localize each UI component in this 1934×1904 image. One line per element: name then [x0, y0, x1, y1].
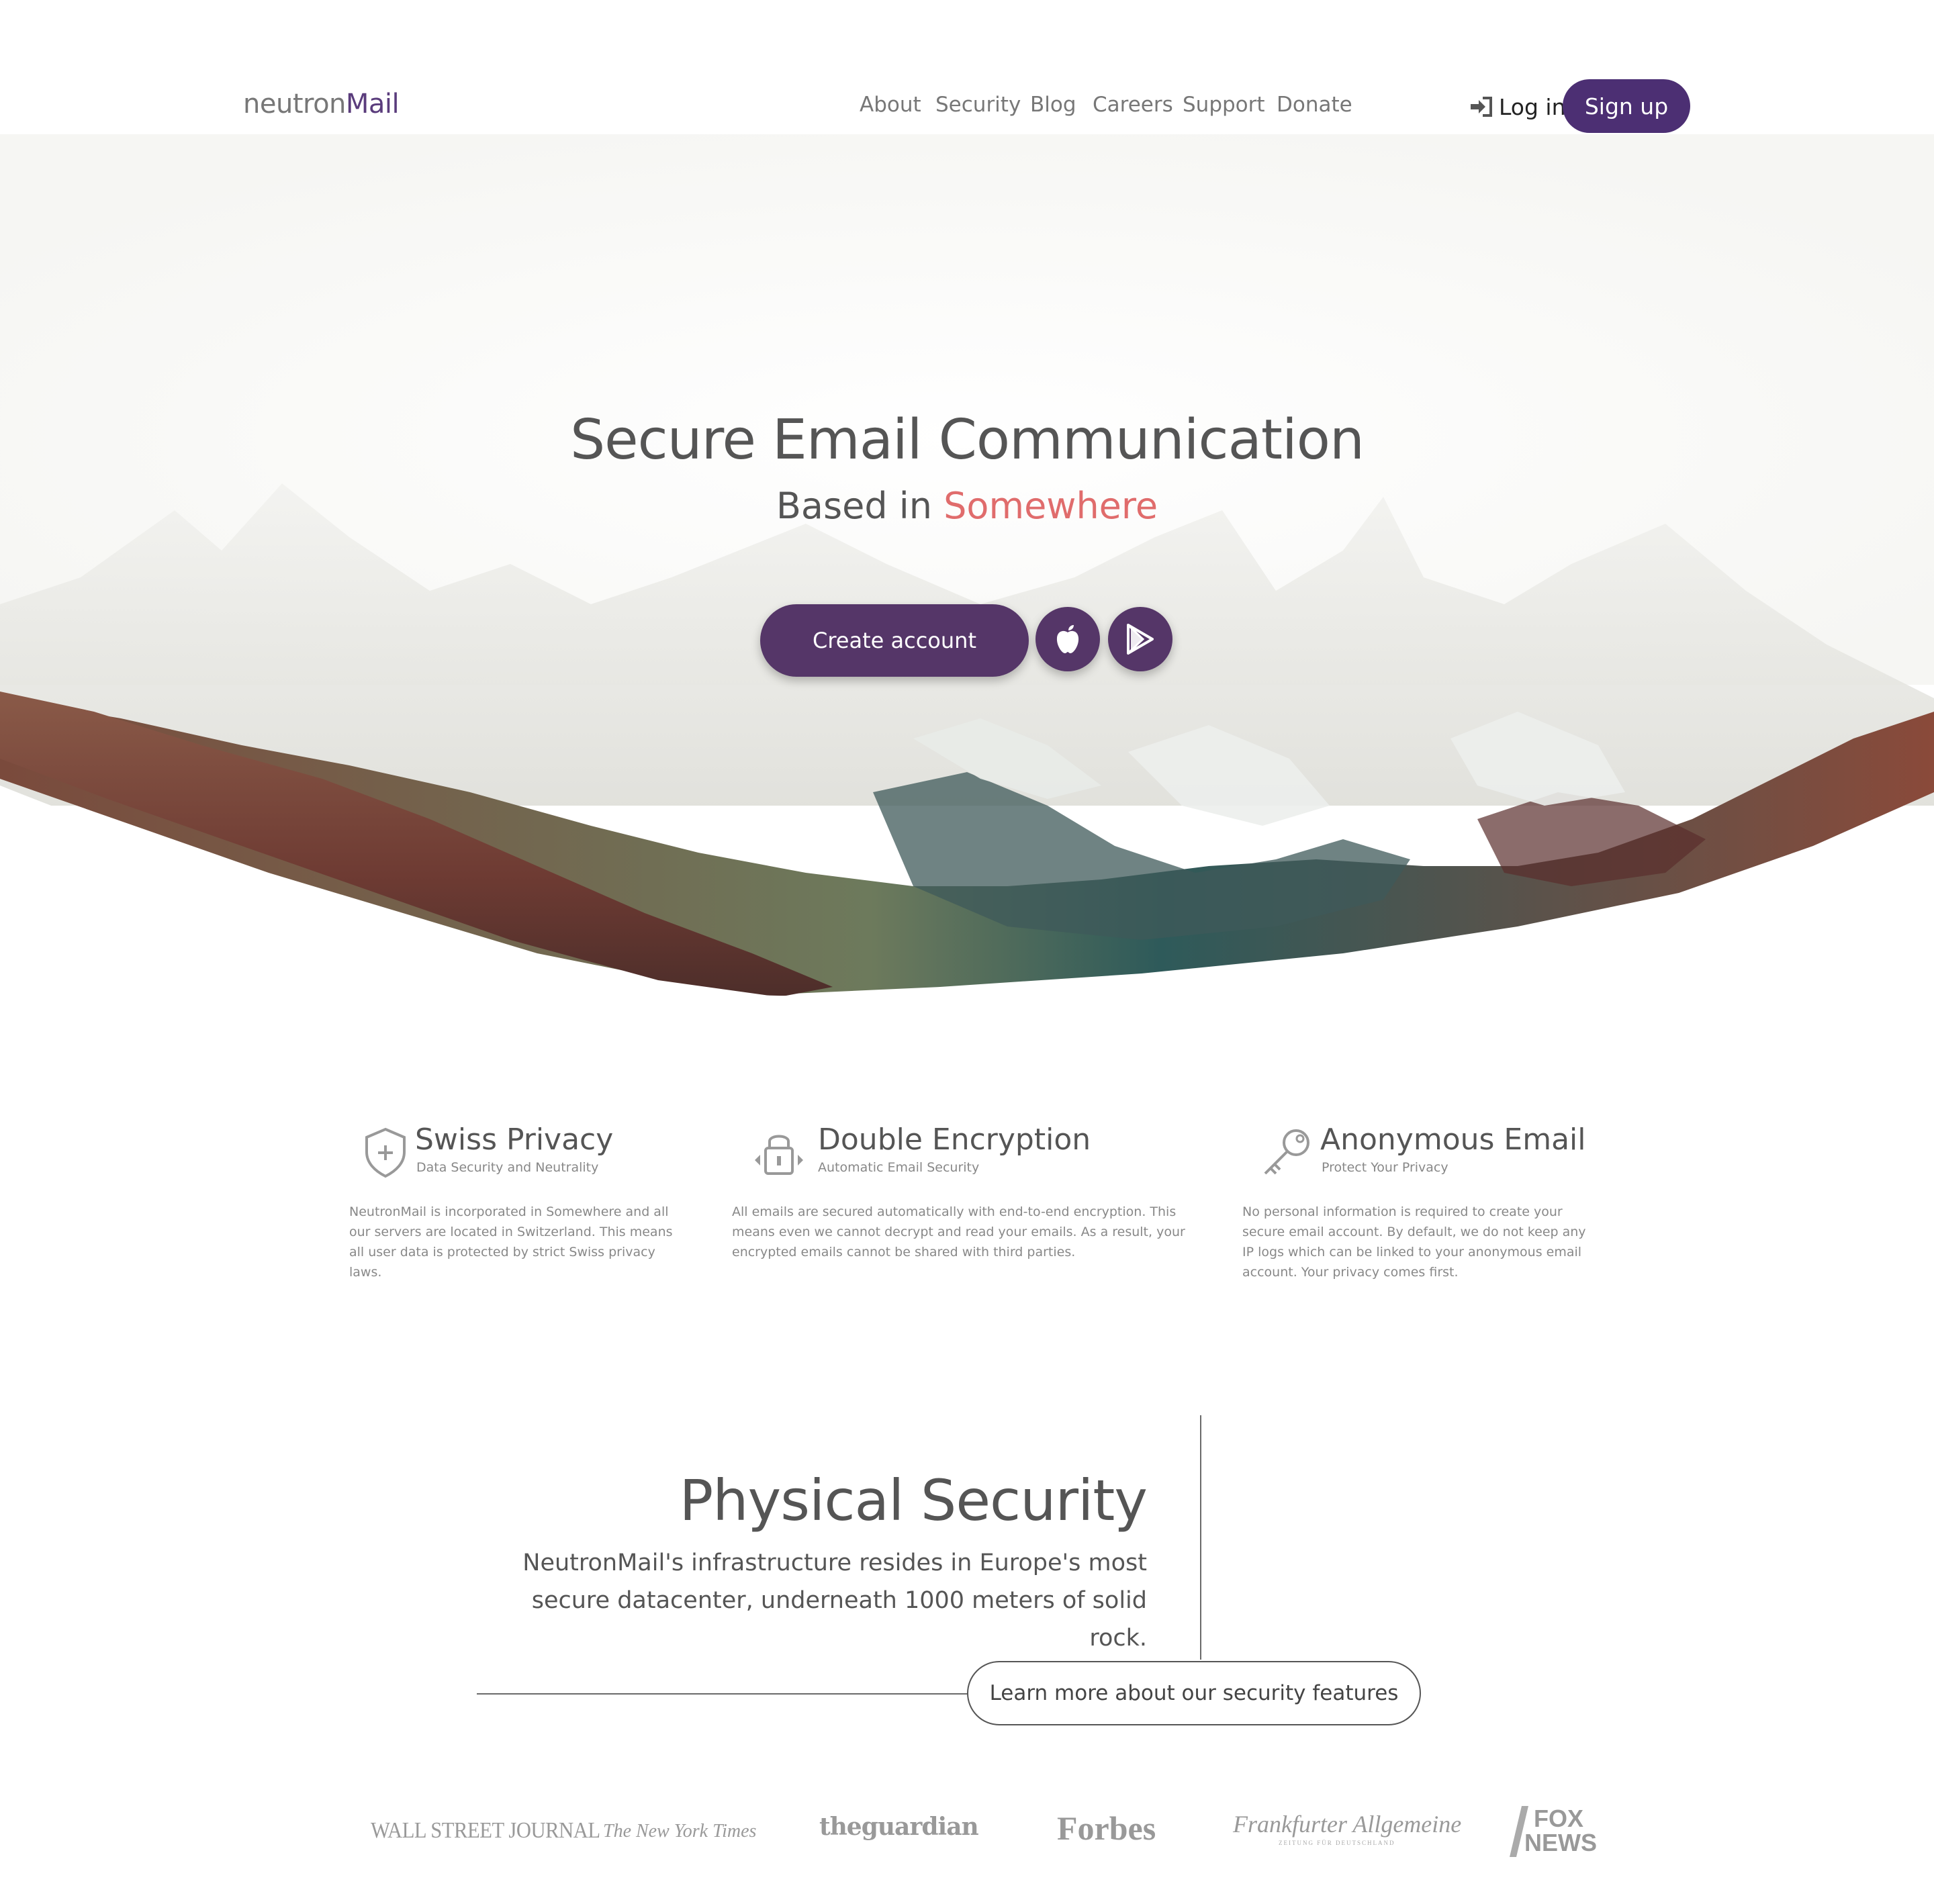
feature-title: Double Encryption: [818, 1123, 1091, 1157]
login-link[interactable]: Log in: [1469, 90, 1566, 124]
feature-text: All emails are secured automatically wit…: [732, 1204, 1185, 1259]
nav-donate[interactable]: Donate: [1277, 93, 1352, 117]
fox-news-logo: FOX NEWS: [1510, 1805, 1597, 1858]
section-divider-horizontal: [477, 1693, 968, 1695]
forbes-logo: Forbes: [1057, 1809, 1156, 1847]
frankfurter-allgemeine-logo: Frankfurter Allgemeine: [1233, 1811, 1462, 1838]
nav-about[interactable]: About: [860, 93, 921, 117]
hero-subtitle-prefix: Based in: [776, 485, 944, 527]
guardian-logo: theguardian: [819, 1813, 979, 1841]
apple-icon: [1056, 625, 1079, 653]
feature-subtitle: Automatic Email Security: [818, 1160, 980, 1175]
physical-security-text: NeutronMail's infrastructure resides in …: [522, 1550, 1147, 1652]
app-store-button[interactable]: [1035, 607, 1100, 671]
physical-security-title: Physical Security: [679, 1468, 1148, 1533]
login-label: Log in: [1499, 93, 1566, 120]
signup-button[interactable]: Sign up: [1563, 79, 1690, 133]
nav-blog[interactable]: Blog: [1030, 93, 1076, 117]
hero-subtitle-highlight: Somewhere: [943, 485, 1158, 527]
feature-title: Anonymous Email: [1320, 1123, 1586, 1157]
nav-careers[interactable]: Careers: [1093, 93, 1173, 117]
frankfurter-allgemeine-subtitle: ZEITUNG FÜR DEUTSCHLAND: [1279, 1840, 1395, 1846]
fox-news-line2: NEWS: [1524, 1829, 1597, 1856]
hero-subtitle: Based in Somewhere: [0, 485, 1934, 527]
feature-subtitle: Protect Your Privacy: [1322, 1160, 1448, 1175]
google-play-button[interactable]: [1108, 607, 1172, 671]
feature-title: Swiss Privacy: [415, 1123, 614, 1157]
wall-street-journal-logo: WALL STREET JOURNAL: [371, 1818, 600, 1843]
fox-news-line1: FOX: [1534, 1805, 1584, 1832]
learn-more-security-button[interactable]: Learn more about our security features: [967, 1661, 1421, 1725]
sign-in-icon: [1471, 97, 1492, 117]
nav-support[interactable]: Support: [1183, 93, 1265, 117]
nav-security[interactable]: Security: [935, 93, 1021, 117]
section-divider-vertical: [1200, 1415, 1201, 1660]
google-play-icon: [1127, 624, 1154, 655]
feature-subtitle: Data Security and Neutrality: [416, 1160, 599, 1175]
new-york-times-logo: The New York Times: [603, 1821, 757, 1842]
create-account-button[interactable]: Create account: [760, 604, 1029, 677]
shield-plus-icon: [365, 1127, 406, 1178]
key-icon: [1264, 1129, 1309, 1175]
hero-title: Secure Email Communication: [570, 408, 1365, 472]
feature-text: No personal information is required to c…: [1242, 1204, 1586, 1280]
lock-icon: [755, 1135, 803, 1175]
feature-text: NeutronMail is incorporated in Somewhere…: [349, 1204, 673, 1280]
